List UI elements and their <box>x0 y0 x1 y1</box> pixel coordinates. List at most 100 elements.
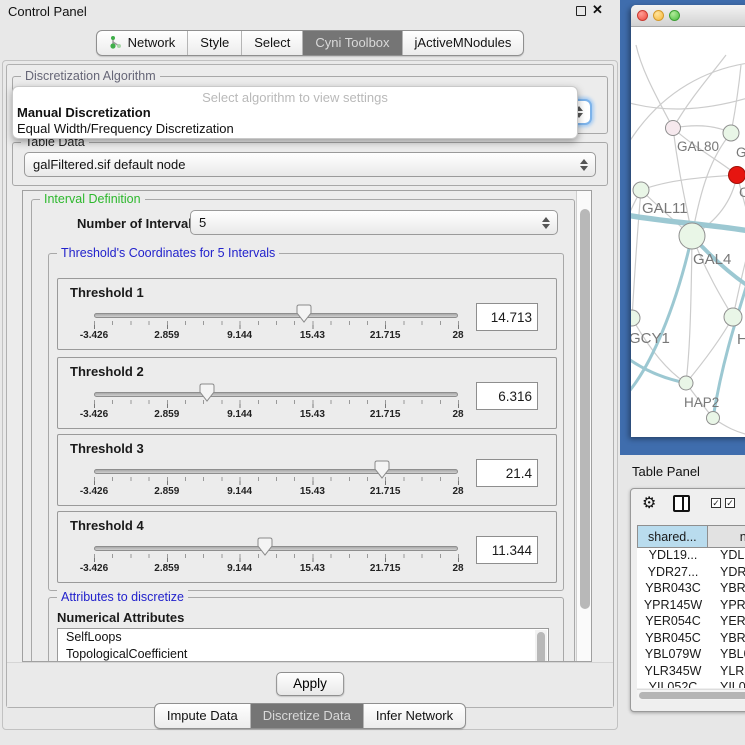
threshold-slider-thumb[interactable] <box>257 537 273 556</box>
table-panel-window: ⚙ ✓ ✓ shared... na YDL19...YDL1 YDR27...… <box>630 488 745 712</box>
checkbox-icon[interactable]: ✓ <box>711 498 721 508</box>
table-row[interactable]: YPR145WYPR1 <box>637 598 745 615</box>
tab-impute-data[interactable]: Impute Data <box>155 704 250 728</box>
threshold-slider-thumb[interactable] <box>374 460 390 479</box>
network-window-titlebar[interactable] <box>631 5 745 27</box>
columns-icon[interactable] <box>673 495 690 512</box>
node-label: C <box>739 185 745 200</box>
table-body: YDL19...YDL1 YDR27...YDR2 YBR043CYBR0 YP… <box>637 548 745 688</box>
node-label: GCY1 <box>631 330 670 347</box>
threshold-label: Threshold 2 <box>70 364 144 379</box>
slider-tick-labels: -3.4262.8599.14415.4321.71528 <box>94 563 458 575</box>
threshold-slider-track[interactable] <box>94 392 458 397</box>
table-row[interactable]: YER054CYER0 <box>637 614 745 631</box>
node-hap2[interactable] <box>679 376 693 390</box>
threshold-value-field[interactable]: 11.344 <box>476 536 538 564</box>
slider-tick-labels: -3.4262.8599.14415.4321.71528 <box>94 409 458 421</box>
table-toolbar: ⚙ ✓ ✓ <box>631 489 745 519</box>
top-tab-bar: Network Style Select Cyni Toolbox jActiv… <box>0 30 620 56</box>
threshold-panel-3: Threshold 3 -3.4262.8599.14415.4321.7152… <box>57 434 557 506</box>
combo-arrows-icon <box>542 217 550 229</box>
close-icon[interactable]: ✕ <box>592 2 603 18</box>
popup-item-manual-discretization[interactable]: Manual Discretization <box>15 105 575 120</box>
gear-icon[interactable]: ⚙ <box>642 493 656 513</box>
table-row[interactable]: YDL19...YDL1 <box>637 548 745 565</box>
settings-scrollbar[interactable] <box>576 191 592 661</box>
slider-minor-ticks <box>94 477 459 481</box>
panel-title: Control Panel <box>8 4 87 19</box>
slider-minor-ticks <box>94 400 459 404</box>
attributes-group: Attributes to discretize Numerical Attri… <box>48 597 564 662</box>
table-row[interactable]: YBR043CYBR0 <box>637 581 745 598</box>
thresholds-title: Threshold's Coordinates for 5 Intervals <box>57 246 279 260</box>
network-canvas[interactable]: GAL80 GA GAL11 GAL4 GCY1 H HAP2 C <box>631 27 745 437</box>
threshold-slider-track[interactable] <box>94 546 458 551</box>
tab-select[interactable]: Select <box>241 31 302 55</box>
node[interactable] <box>723 125 739 141</box>
tab-style[interactable]: Style <box>187 31 241 55</box>
table-row[interactable]: YIL052CYIL0 <box>637 680 745 688</box>
node[interactable] <box>724 308 742 326</box>
number-of-intervals-combobox[interactable]: 5 <box>190 210 558 235</box>
numerical-attributes-label: Numerical Attributes <box>57 610 184 625</box>
apply-button[interactable]: Apply <box>276 672 344 696</box>
node-label: H <box>737 331 745 348</box>
table-row[interactable]: YLR345WYLR3 <box>637 664 745 681</box>
node-selected-red[interactable] <box>729 167 745 184</box>
threshold-value-field[interactable]: 6.316 <box>476 382 538 410</box>
algorithm-popup: Select algorithm to view settings Manual… <box>12 86 578 139</box>
table-data-combobox[interactable]: galFiltered.sif default node <box>24 152 596 177</box>
table-row[interactable]: YBR045CYBR0 <box>637 631 745 648</box>
node-label: GAL80 <box>677 139 719 154</box>
threshold-panel-4: Threshold 4 -3.4262.8599.14415.4321.7152… <box>57 511 557 583</box>
threshold-value-field[interactable]: 14.713 <box>476 303 538 331</box>
list-item[interactable]: TopologicalCoefficient <box>58 646 548 662</box>
threshold-slider-thumb[interactable] <box>199 383 215 402</box>
network-graph <box>631 27 745 437</box>
number-of-intervals-value: 5 <box>199 215 206 230</box>
node-label: GAL4 <box>693 251 731 268</box>
tab-infer-network[interactable]: Infer Network <box>363 704 465 728</box>
minimize-traffic-light-icon[interactable] <box>653 10 664 21</box>
list-scrollbar[interactable] <box>535 630 547 662</box>
node-gcy1[interactable] <box>631 310 640 326</box>
bottom-tab-bar: Impute Data Discretize Data Infer Networ… <box>0 703 620 729</box>
tab-network[interactable]: Network <box>97 31 188 55</box>
desktop-right-region: GAL80 GA GAL11 GAL4 GCY1 H HAP2 C Table … <box>620 0 745 745</box>
settings-scroll-region: Interval Definition Number of Intervals … <box>22 190 592 662</box>
number-of-intervals-label: Number of Intervals <box>77 216 199 231</box>
thresholds-group: Threshold's Coordinates for 5 Intervals … <box>48 253 564 591</box>
table-panel-title: Table Panel <box>632 464 700 479</box>
threshold-slider-track[interactable] <box>94 469 458 474</box>
table-horizontal-scrollbar[interactable] <box>637 689 745 700</box>
network-view-window: GAL80 GA GAL11 GAL4 GCY1 H HAP2 C <box>631 5 745 437</box>
node-gal80[interactable] <box>666 121 681 136</box>
column-header-name[interactable]: na <box>708 525 745 548</box>
tab-discretize-data[interactable]: Discretize Data <box>250 704 363 728</box>
threshold-slider-track[interactable] <box>94 313 458 318</box>
numerical-attributes-list: SelfLoops TopologicalCoefficient Between… <box>57 628 549 662</box>
interval-definition-group: Interval Definition Number of Intervals … <box>31 199 575 662</box>
zoom-traffic-light-icon[interactable] <box>669 10 680 21</box>
threshold-slider-thumb[interactable] <box>296 304 312 323</box>
node-gal4[interactable] <box>679 223 705 249</box>
column-header-shared-name[interactable]: shared... <box>637 525 708 548</box>
table-header-row: shared... na <box>637 525 745 548</box>
close-traffic-light-icon[interactable] <box>637 10 648 21</box>
control-panel: Control Panel ✕ Network Style Select Cyn… <box>0 0 620 745</box>
tab-jactivemnodules[interactable]: jActiveMNodules <box>402 31 524 55</box>
discretization-algorithm-title: Discretization Algorithm <box>21 69 160 83</box>
table-row[interactable]: YBL079WYBL0 <box>637 647 745 664</box>
table-row[interactable]: YDR27...YDR2 <box>637 565 745 582</box>
node[interactable] <box>707 412 720 425</box>
threshold-value-field[interactable]: 21.4 <box>476 459 538 487</box>
node-label: HAP2 <box>684 395 719 410</box>
list-item[interactable]: SelfLoops <box>58 629 548 646</box>
tab-cyni-toolbox[interactable]: Cyni Toolbox <box>302 31 401 55</box>
control-panel-titlebar: Control Panel ✕ <box>0 0 620 22</box>
node-gal11[interactable] <box>633 182 649 198</box>
checkbox-icon[interactable]: ✓ <box>725 498 735 508</box>
popup-item-equal-width-frequency[interactable]: Equal Width/Frequency Discretization <box>15 121 575 136</box>
float-window-icon[interactable] <box>576 6 586 16</box>
slider-tick-labels: -3.4262.8599.14415.4321.71528 <box>94 486 458 498</box>
